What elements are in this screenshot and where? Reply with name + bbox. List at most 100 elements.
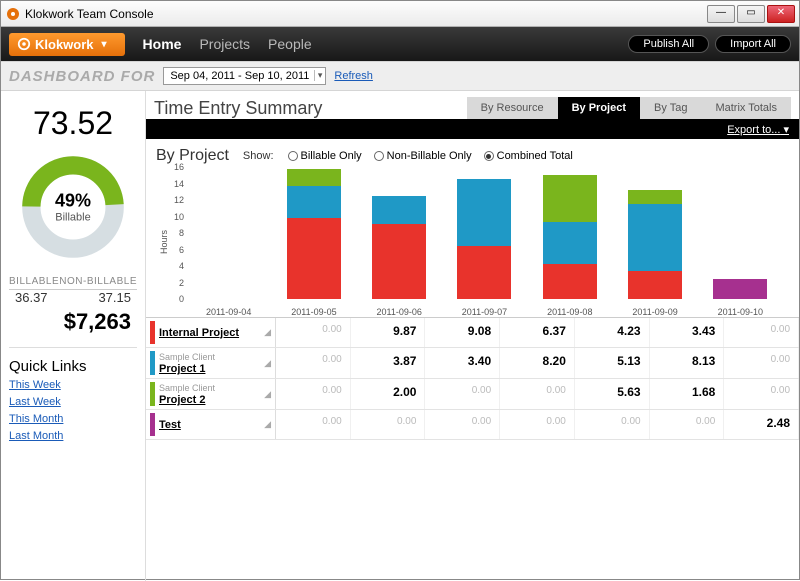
hours-cell: 9.87 [351, 318, 426, 347]
hours-cell: 0.00 [500, 379, 575, 409]
quick-link-this-week[interactable]: This Week [9, 379, 137, 391]
main-panel: Time Entry Summary By ResourceBy Project… [146, 91, 799, 581]
tab-by-tag[interactable]: By Tag [640, 97, 701, 119]
ytick: 8 [168, 228, 184, 238]
hours-cell: 0.00 [425, 379, 500, 409]
quick-link-last-month[interactable]: Last Month [9, 430, 137, 442]
quick-link-this-month[interactable]: This Month [9, 413, 137, 425]
expand-icon[interactable]: ◢ [264, 327, 271, 338]
expand-icon[interactable]: ◢ [264, 419, 271, 430]
hours-cell: 3.40 [425, 348, 500, 378]
project-name[interactable]: Test [159, 419, 181, 431]
project-name[interactable]: Project 2 [159, 394, 205, 406]
publish-all-button[interactable]: Publish All [628, 35, 709, 53]
hours-cell: 0.00 [724, 318, 799, 347]
expand-icon[interactable]: ◢ [264, 389, 271, 400]
export-menu[interactable]: Export to... [727, 123, 789, 136]
xlabel: 2011-09-04 [186, 307, 271, 317]
ytick: 10 [168, 212, 184, 222]
bar-segment [457, 246, 511, 299]
expand-icon[interactable]: ◢ [264, 358, 271, 369]
billable-percent: 49% [55, 191, 91, 212]
bar-segment [628, 271, 682, 299]
hours-cell: 3.87 [351, 348, 426, 378]
hours-cell: 1.68 [650, 379, 725, 409]
hours-cell: 0.00 [276, 348, 351, 378]
window-maximize-button[interactable]: ▭ [737, 5, 765, 23]
billable-header: BILLABLE [9, 276, 59, 287]
billable-hours: 36.37 [15, 290, 48, 305]
row-color-indicator [150, 351, 155, 375]
bar-2011-09-06 [357, 167, 442, 299]
billable-donut: 49% Billable [18, 152, 128, 262]
ytick: 14 [168, 179, 184, 189]
nav-people[interactable]: People [268, 36, 312, 52]
brand-menu[interactable]: Klokwork [9, 33, 125, 56]
sidebar: 73.52 49% Billable BILLABLE NON-BILLABLE… [1, 91, 146, 581]
xlabel: 2011-09-10 [698, 307, 783, 317]
hours-cell: 5.13 [575, 348, 650, 378]
window-minimize-button[interactable]: — [707, 5, 735, 23]
brand-label: Klokwork [35, 37, 94, 52]
hours-cell: 0.00 [276, 318, 351, 347]
hours-cell: 6.37 [500, 318, 575, 347]
hours-cell: 8.20 [500, 348, 575, 378]
top-nav: Klokwork Home Projects People Publish Al… [1, 27, 799, 61]
bar-segment [457, 179, 511, 247]
tab-matrix-totals[interactable]: Matrix Totals [701, 97, 791, 119]
hours-cell: 0.00 [650, 410, 725, 439]
hours-cell: 3.43 [650, 318, 725, 347]
bar-segment [543, 175, 597, 221]
nonbillable-header: NON-BILLABLE [59, 276, 137, 287]
bar-segment [628, 190, 682, 204]
hours-cell: 0.00 [276, 379, 351, 409]
filter-billable-only[interactable]: Billable Only [288, 150, 362, 162]
bar-segment [628, 204, 682, 271]
tab-by-resource[interactable]: By Resource [467, 97, 558, 119]
refresh-link[interactable]: Refresh [334, 70, 373, 82]
bar-segment [287, 218, 341, 299]
radio-icon [484, 151, 494, 161]
nav-projects[interactable]: Projects [199, 36, 250, 52]
tab-by-project[interactable]: By Project [558, 97, 640, 119]
project-name[interactable]: Project 1 [159, 363, 205, 375]
xlabel: 2011-09-07 [442, 307, 527, 317]
nav-home[interactable]: Home [143, 36, 182, 52]
window-title: Klokwork Team Console [25, 7, 154, 21]
project-name[interactable]: Internal Project [159, 327, 239, 339]
window-titlebar: Klokwork Team Console — ▭ ✕ [1, 1, 799, 27]
ytick: 4 [168, 261, 184, 271]
row-color-indicator [150, 413, 155, 436]
app-icon [5, 6, 21, 22]
nonbillable-hours: 37.15 [98, 290, 131, 305]
section-title: By Project [156, 147, 229, 165]
xlabel: 2011-09-09 [612, 307, 697, 317]
table-row[interactable]: Test◢0.000.000.000.000.000.002.48 [146, 410, 799, 440]
xlabel: 2011-09-05 [271, 307, 356, 317]
quick-link-last-week[interactable]: Last Week [9, 396, 137, 408]
bar-2011-09-05 [271, 167, 356, 299]
hours-cell: 0.00 [724, 348, 799, 378]
hours-cell: 2.48 [724, 410, 799, 439]
bar-segment [713, 279, 767, 299]
hours-cell: 0.00 [724, 379, 799, 409]
hours-chart: Hours 0246810121416 2011-09-042011-09-05… [146, 167, 799, 317]
project-table: Internal Project◢0.009.879.086.374.233.4… [146, 317, 799, 440]
window-close-button[interactable]: ✕ [767, 5, 795, 23]
table-row[interactable]: Sample ClientProject 1◢0.003.873.408.205… [146, 348, 799, 379]
project-client: Sample Client [159, 382, 262, 394]
row-color-indicator [150, 382, 155, 406]
filter-combined-total[interactable]: Combined Total [484, 150, 573, 162]
gear-icon [17, 37, 31, 51]
revenue: $7,263 [9, 305, 137, 348]
ytick: 2 [168, 278, 184, 288]
date-range-dropdown[interactable]: Sep 04, 2011 - Sep 10, 2011 [163, 67, 326, 85]
table-row[interactable]: Internal Project◢0.009.879.086.374.233.4… [146, 318, 799, 348]
hours-cell: 0.00 [351, 410, 426, 439]
hours-cell: 0.00 [575, 410, 650, 439]
ytick: 6 [168, 245, 184, 255]
ytick: 12 [168, 195, 184, 205]
table-row[interactable]: Sample ClientProject 2◢0.002.000.000.005… [146, 379, 799, 410]
filter-non-billable-only[interactable]: Non-Billable Only [374, 150, 472, 162]
import-all-button[interactable]: Import All [715, 35, 791, 53]
